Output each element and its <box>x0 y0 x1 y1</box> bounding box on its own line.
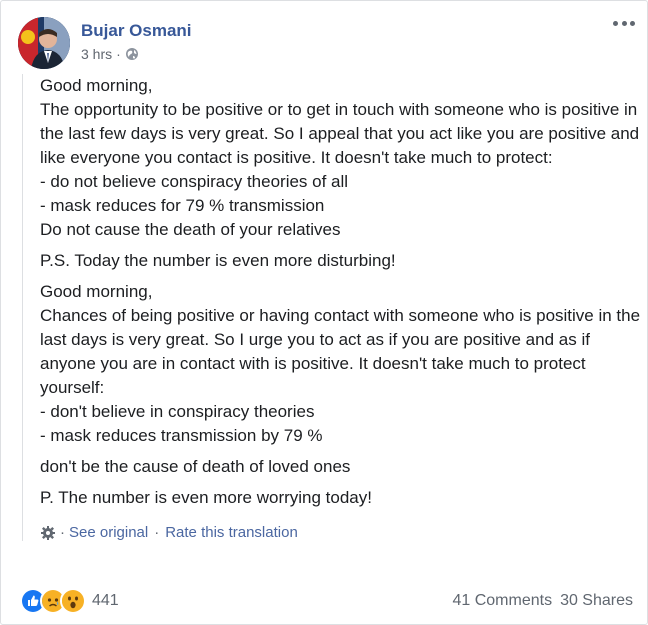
translated-paragraph-2: don't be the cause of death of loved one… <box>40 457 351 476</box>
meta-separator: · <box>116 46 121 62</box>
translation-bar: · See original · Rate this translation <box>40 524 648 541</box>
shares-count-link[interactable]: 30 Shares <box>560 592 633 610</box>
author-name[interactable]: Bujar Osmani <box>81 21 192 41</box>
gear-icon[interactable] <box>40 525 56 541</box>
avatar[interactable] <box>18 17 70 69</box>
original-paragraph-2: P.S. Today the number is even more distu… <box>40 251 396 270</box>
more-dot <box>621 20 627 26</box>
post-stats: 41 Comments 30 Shares <box>444 592 633 610</box>
translation-separator: · <box>154 524 160 541</box>
see-original-link[interactable]: See original <box>69 524 148 541</box>
more-dot <box>630 20 635 26</box>
translation-dot: · <box>60 524 65 541</box>
wow-icon <box>60 588 86 614</box>
reactions-summary[interactable]: 441 <box>20 588 119 614</box>
post-meta: 3 hrs · <box>81 46 139 62</box>
translated-post-content: Good morning, The opportunity to be posi… <box>22 74 648 541</box>
post-card: Bujar Osmani 3 hrs · Good morning, The o… <box>0 0 648 625</box>
translated-paragraph-1: Good morning, Chances of being positive … <box>40 282 641 445</box>
globe-icon[interactable] <box>125 47 139 61</box>
post-footer: 441 41 Comments 30 Shares <box>20 587 633 615</box>
reaction-count: 441 <box>92 592 119 609</box>
translated-paragraph-3: P. The number is even more worrying toda… <box>40 488 372 507</box>
rate-translation-link[interactable]: Rate this translation <box>165 524 298 541</box>
more-dot <box>613 20 618 26</box>
comments-count-link[interactable]: 41 Comments <box>452 592 552 610</box>
original-paragraph-1: Good morning, The opportunity to be posi… <box>40 76 640 239</box>
more-horizontal-icon[interactable] <box>613 17 635 29</box>
post-timestamp[interactable]: 3 hrs <box>81 46 112 62</box>
avatar-image <box>18 17 70 69</box>
